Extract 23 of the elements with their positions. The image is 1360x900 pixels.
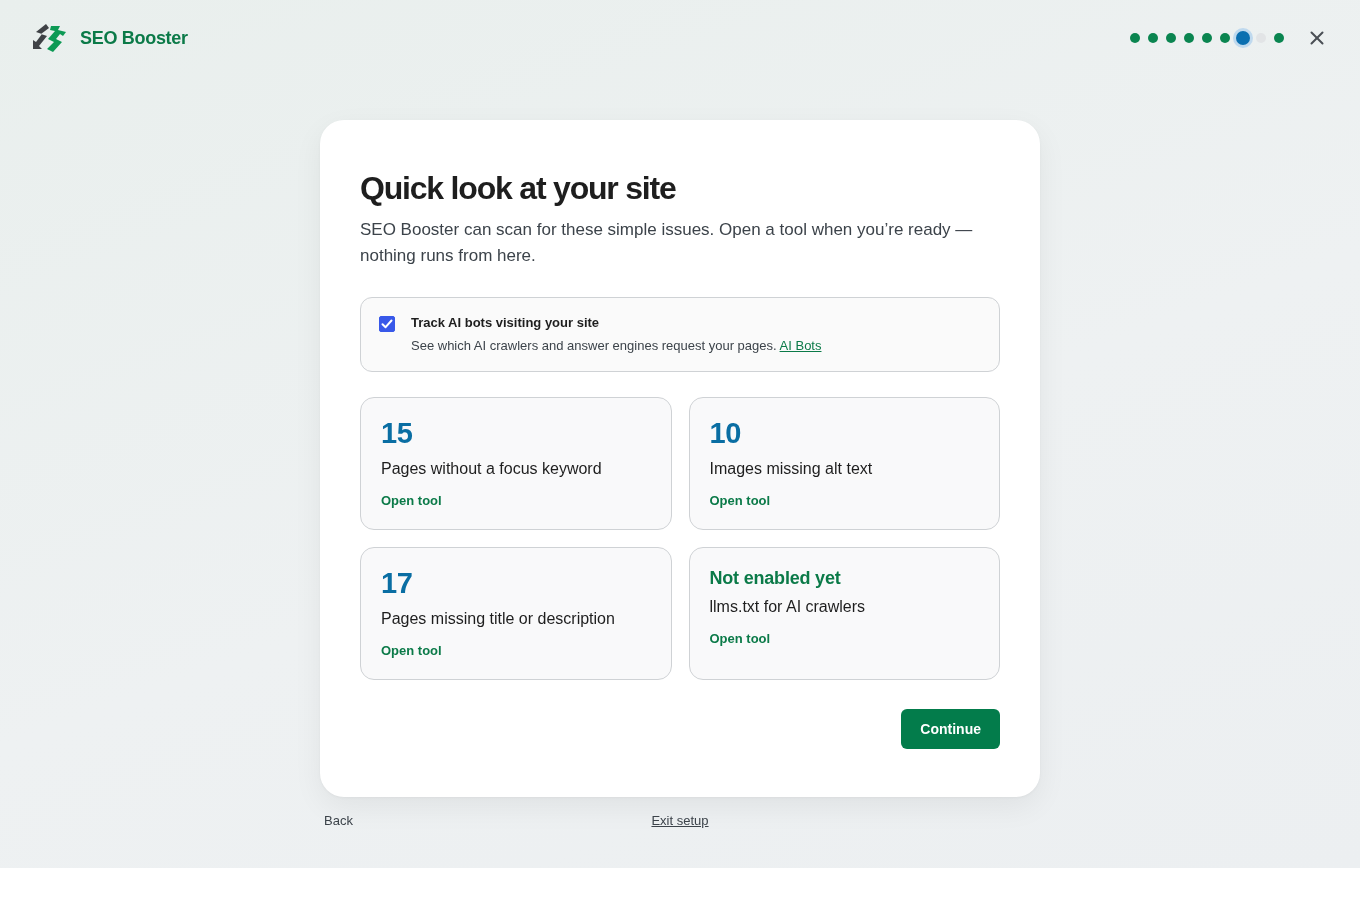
continue-button[interactable]: Continue bbox=[901, 709, 1000, 749]
card-subtitle: SEO Booster can scan for these simple issues. Open a tool when you’re ready — nothing runs from here. bbox=[360, 219, 974, 267]
stat-label: llms.txt for AI crawlers bbox=[709, 597, 866, 617]
stat-label: Pages missing title or description bbox=[381, 609, 615, 629]
option-description: See which AI crawlers and answer engines request your pages. AI Bots bbox=[411, 337, 822, 355]
stat-count: 10 bbox=[709, 417, 741, 449]
exit-setup-link[interactable]: Exit setup bbox=[651, 812, 709, 830]
open-tool-link[interactable]: Open tool bbox=[381, 642, 442, 660]
stat-label: Pages without a focus keyword bbox=[381, 459, 602, 479]
open-tool-link[interactable]: Open tool bbox=[381, 492, 442, 510]
logo-icon bbox=[32, 23, 68, 53]
option-label: Track AI bots visiting your site bbox=[411, 314, 601, 332]
ai-bots-link[interactable]: AI Bots bbox=[779, 338, 822, 353]
checkbox[interactable] bbox=[379, 316, 395, 332]
card-title: Quick look at your site bbox=[360, 169, 677, 208]
stat-count: 15 bbox=[381, 417, 413, 449]
stat-status: Not enabled yet bbox=[709, 567, 841, 589]
back-link[interactable]: Back bbox=[324, 812, 353, 830]
brand-name: SEO Booster bbox=[80, 27, 188, 49]
stat-count: 17 bbox=[381, 567, 413, 599]
open-tool-link[interactable]: Open tool bbox=[709, 492, 771, 510]
stat-label: Images missing alt text bbox=[709, 459, 873, 479]
open-tool-link[interactable]: Open tool bbox=[709, 630, 771, 648]
